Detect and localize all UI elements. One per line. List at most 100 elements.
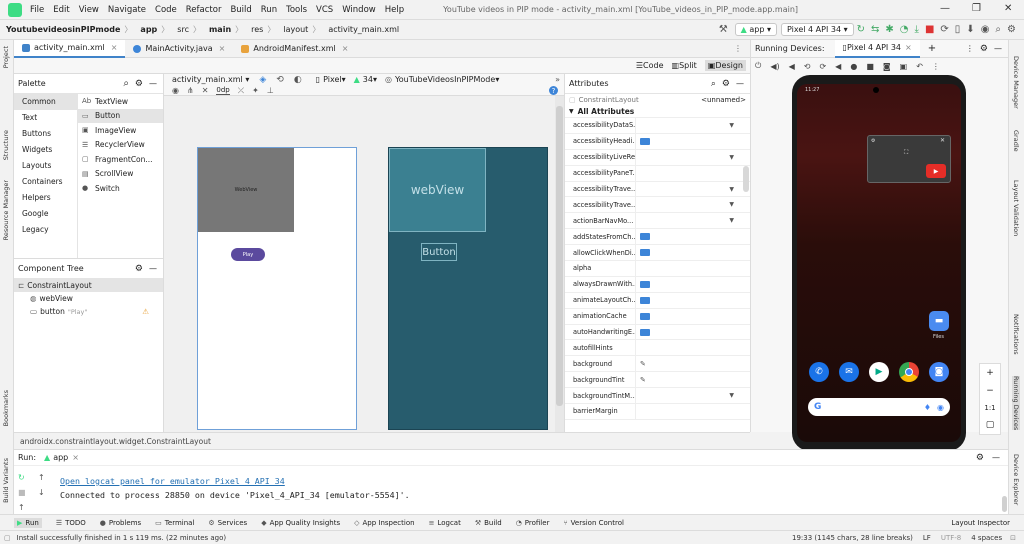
notifications-tool-button[interactable]: Notifications — [1012, 314, 1020, 355]
category-text[interactable]: Text — [14, 110, 77, 126]
attribute-row[interactable]: actionBarNavMo... ▼ — [565, 213, 750, 230]
component-recyclerview[interactable]: ☰ RecyclerView — [78, 138, 163, 153]
device-select[interactable]: Pixel 4 API 34 ▾ — [780, 23, 854, 36]
fit-screen-icon[interactable]: ▢ — [986, 420, 995, 430]
attributes-id-input[interactable] — [578, 96, 669, 104]
rerun-icon[interactable]: ↻ — [18, 470, 26, 485]
eye-icon[interactable]: ◉ — [172, 86, 179, 95]
attribute-value[interactable] — [635, 308, 750, 324]
close-tab-icon[interactable]: × — [72, 453, 79, 462]
more-options-icon[interactable]: ⋮ — [932, 62, 940, 71]
flag-toggle-icon[interactable] — [640, 233, 650, 241]
canvas-scrollbar[interactable] — [555, 96, 564, 432]
run-config-select[interactable]: ▲ app ▾ — [734, 23, 777, 36]
attribute-value[interactable] — [635, 404, 750, 419]
attribute-value[interactable]: ▼ — [635, 181, 750, 197]
attribute-value[interactable]: ✎ — [635, 356, 750, 372]
attribute-row[interactable]: alpha — [565, 261, 750, 277]
attribute-value[interactable] — [635, 165, 750, 181]
phone-app-icon[interactable]: ✆ — [809, 362, 829, 382]
add-device-icon[interactable]: + — [928, 43, 936, 54]
attribute-row[interactable]: backgroundTintM... ▼ — [565, 388, 750, 405]
pip-window[interactable]: ⚙ ✕ ⛶ ▶ — [867, 135, 951, 183]
breadcrumb-layout[interactable]: layout — [283, 25, 308, 34]
tab-device[interactable]: ▯ Pixel 4 API 34 × — [834, 39, 920, 58]
status-message[interactable]: Install successfully finished in 1 s 119… — [17, 534, 227, 542]
tool-button-todo[interactable]: ☰ TODO — [56, 519, 86, 527]
dropdown-arrow-icon[interactable]: ▼ — [729, 217, 734, 224]
camera-app-icon[interactable]: ◙ — [929, 362, 949, 382]
default-margin-select[interactable]: 0dp — [216, 86, 230, 95]
layout-inspector-button[interactable]: Layout Inspector — [951, 519, 1010, 527]
category-google[interactable]: Google — [14, 206, 77, 222]
attribute-value[interactable]: ▼ — [635, 197, 750, 213]
attribute-row[interactable]: accessibilityDataS... ▼ — [565, 118, 750, 134]
tree-node-constraintlayout[interactable]: ⊏ ConstraintLayout — [14, 279, 163, 292]
menu-file[interactable]: File — [30, 5, 44, 15]
attribute-value[interactable] — [635, 292, 750, 308]
rotate-left-icon[interactable]: ⟲ — [804, 62, 811, 71]
volume-up-icon[interactable]: ◀) — [770, 62, 779, 71]
tool-button-problems[interactable]: ● Problems — [100, 519, 141, 527]
attribute-value[interactable] — [635, 261, 750, 276]
component-textview[interactable]: Ab TextView — [78, 94, 163, 109]
clear-constraints-icon[interactable]: ✕ — [202, 86, 209, 95]
breadcrumb-project[interactable]: YoutubevideosinPIPmode — [6, 25, 120, 34]
component-scrollview[interactable]: ▤ ScrollView — [78, 167, 163, 182]
gear-icon[interactable]: ⚙ — [135, 264, 143, 274]
sdk-manager-icon[interactable]: ⬇ — [966, 24, 974, 35]
warning-icon[interactable]: ⚠ — [142, 307, 149, 316]
microphone-icon[interactable]: ♦ — [924, 403, 931, 412]
breadcrumb-file[interactable]: activity_main.xml — [328, 25, 399, 34]
tool-button-app-inspection[interactable]: ◇ App Inspection — [354, 519, 414, 527]
menu-view[interactable]: View — [79, 5, 99, 15]
down-arrow-icon[interactable]: ↓ — [38, 485, 45, 500]
tool-button-version-control[interactable]: ⑂ Version Control — [563, 519, 623, 527]
youtube-play-icon[interactable]: ▶ — [926, 164, 946, 178]
dropdown-arrow-icon[interactable]: ▼ — [729, 122, 734, 129]
close-tab-icon[interactable]: × — [342, 44, 349, 53]
tool-button-app-quality-insights[interactable]: ◆ App Quality Insights — [261, 519, 340, 527]
design-preview[interactable]: WebView Play — [197, 147, 357, 430]
clear-icon[interactable]: ⤫ — [238, 86, 244, 96]
button-blueprint[interactable]: Button — [421, 243, 457, 261]
attribute-row[interactable]: accessibilityTrave... ▼ — [565, 197, 750, 214]
design-mode-button[interactable]: ▣ Design — [704, 60, 746, 71]
color-picker-icon[interactable]: ✎ — [640, 376, 646, 384]
menu-edit[interactable]: Edit — [53, 5, 69, 15]
zoom-in-icon[interactable]: + — [986, 368, 994, 378]
night-mode-icon[interactable]: ◐ — [294, 75, 302, 85]
apply-changes-icon[interactable]: ⇆ — [871, 24, 879, 35]
account-icon[interactable]: ◉ — [981, 24, 990, 35]
code-mode-button[interactable]: ☰ Code — [636, 61, 664, 70]
attribute-value[interactable]: ✎ — [635, 372, 750, 388]
more-icon[interactable]: ⋮ — [966, 44, 974, 53]
minimize-panel-icon[interactable]: — — [736, 79, 744, 88]
dropdown-arrow-icon[interactable]: ▼ — [729, 154, 734, 161]
minimize-panel-icon[interactable]: — — [149, 264, 157, 273]
category-common[interactable]: Common — [14, 94, 77, 110]
attribute-row[interactable]: animationCache — [565, 308, 750, 325]
minimize-icon[interactable]: — — [940, 3, 950, 14]
tree-node-button[interactable]: ▭ button "Play" ⚠ — [14, 305, 163, 318]
tool-button-terminal[interactable]: ▭ Terminal — [155, 519, 194, 527]
zoom-actual-size[interactable]: 1:1 — [984, 404, 995, 412]
dropdown-arrow-icon[interactable]: ▼ — [729, 392, 734, 399]
up-arrow-icon[interactable]: ↑ — [38, 470, 45, 485]
cursor-position[interactable]: 19:33 (1145 chars, 28 line breaks) — [792, 534, 913, 542]
component-switch[interactable]: ● Switch — [78, 181, 163, 196]
close-icon[interactable]: ✕ — [1004, 3, 1012, 14]
indent-setting[interactable]: 4 spaces — [971, 534, 1002, 542]
zoom-out-icon[interactable]: − — [986, 386, 994, 396]
tree-node-webview[interactable]: ◍ webView — [14, 292, 163, 305]
files-app-icon[interactable]: ▬ — [929, 311, 949, 331]
menu-help[interactable]: Help — [385, 5, 404, 15]
play-button-preview[interactable]: Play — [231, 248, 265, 261]
close-tab-icon[interactable]: × — [111, 43, 118, 52]
theme-select[interactable]: YouTubeVideosInPIPMode — [395, 75, 495, 84]
tool-button-profiler[interactable]: ◔ Profiler — [516, 519, 550, 527]
home-icon[interactable]: ● — [850, 62, 857, 71]
category-buttons[interactable]: Buttons — [14, 126, 77, 142]
breadcrumb-main[interactable]: main — [209, 25, 231, 34]
color-picker-icon[interactable]: ✎ — [640, 360, 646, 368]
